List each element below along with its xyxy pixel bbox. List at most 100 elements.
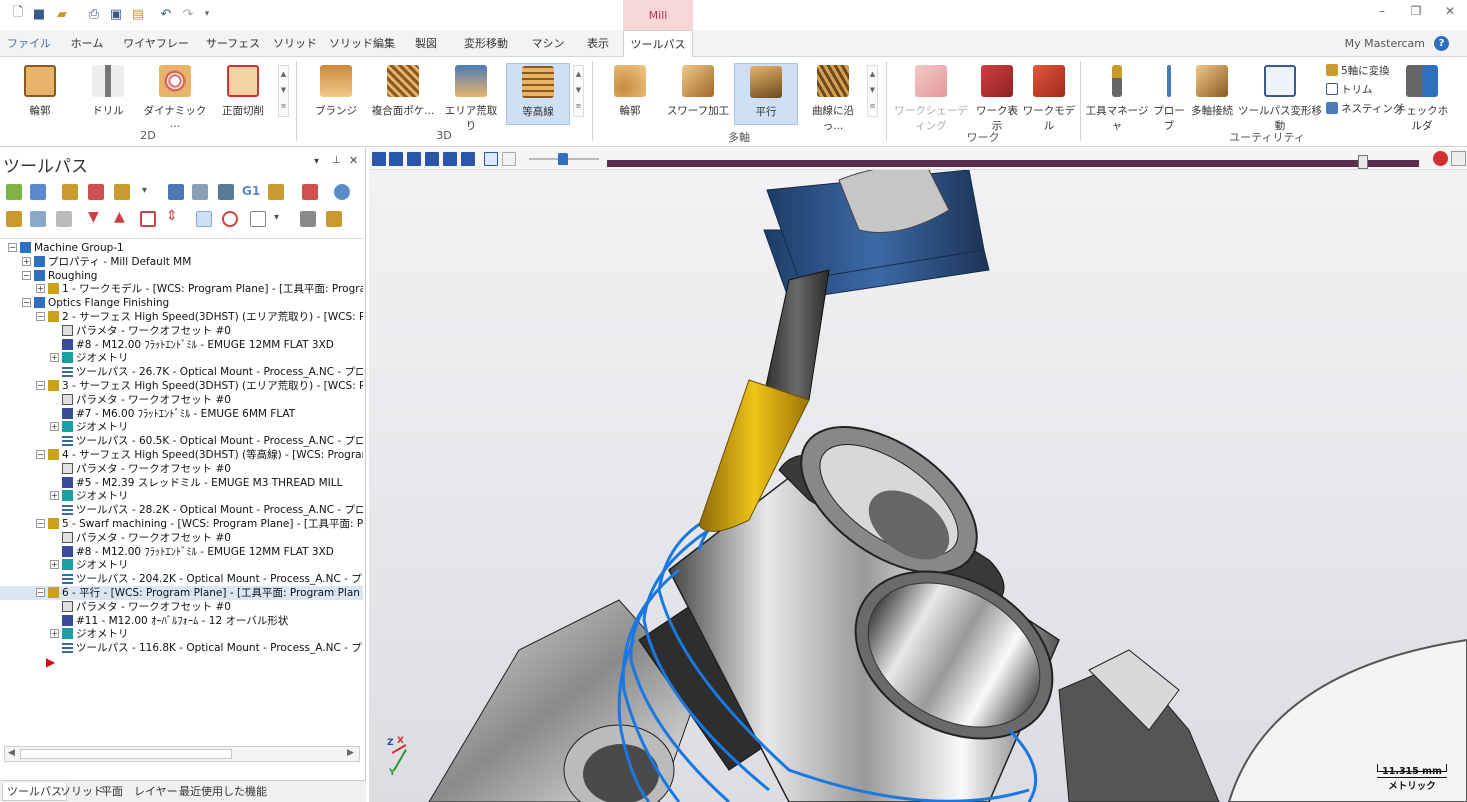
highfeed-icon[interactable] [302,184,318,200]
help-icon[interactable]: ? [1434,36,1449,51]
show-only-selected-icon[interactable] [222,211,238,227]
parallel-button[interactable]: 平行 [734,63,798,125]
area-roughing-button[interactable]: エリア荒取り [440,63,502,132]
expand-toggle-icon[interactable]: + [50,353,59,363]
lock-icon[interactable] [6,211,22,227]
tree-row[interactable]: ツールパス - 204.2K - Optical Mount - Process… [0,572,363,586]
expand-toggle-icon[interactable]: − [22,298,31,308]
tree-row[interactable]: パラメタ - ワークオフセット #0 [0,393,363,407]
stop-icon[interactable] [389,152,403,166]
tab-toolpaths[interactable]: ツールパス [623,30,693,58]
tree-row[interactable]: パラメタ - ワークオフセット #0 [0,462,363,476]
toolpath-transform-button[interactable]: ツールパス変形移動 [1236,63,1324,132]
speed-slider-thumb[interactable] [558,153,568,165]
my-mastercam-link[interactable]: My Mastercam [1345,37,1425,50]
save-as-icon[interactable]: ▣ [108,6,124,22]
tab-file[interactable]: ファイル [6,30,52,57]
print-icon[interactable]: ⎙ [86,6,102,22]
along-curve-button[interactable]: 曲線に沿っ... [802,63,864,132]
tab-machine[interactable]: マシン [526,30,570,57]
insert-updown-icon[interactable]: ⇕ [166,208,178,224]
panel-close-icon[interactable]: ✕ [349,154,358,167]
new-file-icon[interactable]: 🗋 [10,5,26,22]
expand-toggle-icon[interactable]: + [36,284,45,294]
expand-toggle-icon[interactable]: − [36,312,45,321]
tab-toolpaths-panel[interactable]: ツールパス [2,783,67,801]
tab-home[interactable]: ホーム [64,30,110,57]
gallery-2d-scroll[interactable]: ▲ ▼ ≡ [278,65,289,117]
tool-display-icon[interactable] [502,152,516,166]
check-holder-button[interactable]: チェックホルダ [1394,63,1450,132]
tree-row[interactable]: + ジオメトリ [0,627,363,641]
expand-toggle-icon[interactable]: − [36,519,45,528]
waterline-button[interactable]: 等高線 [506,63,570,125]
insert-after-icon[interactable] [140,211,156,227]
undo-icon[interactable]: ↶ [158,6,174,22]
swarf-button[interactable]: スワーフ加工 [666,63,730,125]
contour-2d-button[interactable]: 輪郭 [14,63,66,125]
tree-row[interactable]: − Optics Flange Finishing [0,296,363,310]
operation-row[interactable]: − 3 - サーフェス High Speed(3DHST) (エリア荒取り) - … [0,379,363,393]
help-panel-icon[interactable] [334,184,350,200]
expand-toggle-icon[interactable]: + [50,560,59,570]
panel-menu-icon[interactable]: ▾ [314,156,319,167]
move-down-icon[interactable]: ▼ [88,209,99,225]
progress-thumb[interactable] [1358,155,1368,169]
close-icon[interactable]: ✕ [1440,4,1460,22]
tab-view[interactable]: 表示 [578,30,618,57]
play-icon[interactable] [372,152,386,166]
expand-toggle-icon[interactable]: + [50,491,59,501]
tab-surfaces[interactable]: サーフェス [204,30,262,57]
properties-icon[interactable]: ▤ [130,6,146,22]
probe-button[interactable]: プローブ [1150,63,1188,132]
tree-row[interactable]: − Roughing [0,269,363,283]
post-selected-icon[interactable] [218,184,234,200]
operation-row[interactable]: − 6 - 平行 - [WCS: Program Plane] - [工具平面: … [0,586,363,600]
tool-icon[interactable] [268,184,284,200]
pin-icon[interactable]: ⊥ [332,155,341,166]
dropdown2-icon[interactable]: ▾ [274,212,279,223]
stock-display-button[interactable]: ワーク表示 [972,63,1022,132]
face-button[interactable]: 正面切削 [216,63,270,125]
go-to-start-icon[interactable] [407,152,421,166]
multiaxis-linking-button[interactable]: 多軸接続 [1188,63,1236,125]
tab-wireframe[interactable]: ワイヤフレーム [120,30,192,77]
operation-row[interactable]: − 4 - サーフェス High Speed(3DHST) (等高線) - [WC… [0,448,363,462]
stop-conditions-icon[interactable] [1433,151,1448,166]
tree-row[interactable]: #11 - M12.00 ｵｰﾊﾞﾙﾌｫｰﾑ - 12 オーバル形状 [0,614,363,628]
tree-row[interactable]: パラメタ - ワークオフセット #0 [0,600,363,614]
move-up-icon[interactable]: ▲ [114,209,125,225]
expand-toggle-icon[interactable]: − [36,381,45,390]
multiaxis-contour-button[interactable]: 輪郭 [602,63,658,125]
trim-button[interactable]: トリム [1326,82,1373,98]
reports-icon[interactable] [300,211,316,227]
scroll-thumb[interactable] [20,749,232,759]
tab-solids-panel[interactable]: ソリッド [60,783,104,801]
toolpath-display-icon[interactable] [484,152,498,166]
tree-row[interactable]: ツールパス - 60.5K - Optical Mount - Process_… [0,434,363,448]
tree-row[interactable]: + ジオメトリ [0,420,363,434]
tree-row[interactable]: − Machine Group-1 [0,241,363,255]
tree-row[interactable]: #8 - M12.00 ﾌﾗｯﾄｴﾝﾄﾞﾐﾙ - EMUGE 12MM FLAT… [0,338,363,352]
tree-row[interactable]: + プロパティ - Mill Default MM [0,255,363,269]
tree-row[interactable]: + ジオメトリ [0,489,363,503]
expand-toggle-icon[interactable]: + [50,422,59,432]
step-back-icon[interactable] [425,152,439,166]
plunge-button[interactable]: ブランジ [308,63,364,125]
verify-icon[interactable] [168,184,184,200]
tab-drafting[interactable]: 製図 [406,30,446,57]
tab-recent-functions[interactable]: 最近使用した機能 [179,783,267,801]
tree-row[interactable]: ツールパス - 28.2K - Optical Mount - Process_… [0,503,363,517]
operation-row[interactable]: − 2 - サーフェス High Speed(3DHST) (エリア荒取り) - … [0,310,363,324]
tree-row[interactable]: + ジオメトリ [0,558,363,572]
graphics-viewport[interactable]: Z X Y 11.315 mm メトリック [369,170,1467,802]
regenerate-dirty-icon[interactable] [88,184,104,200]
save-icon[interactable]: ■ [31,6,47,22]
simulate-icon[interactable] [192,184,208,200]
gallery-3d-scroll[interactable]: ▲ ▼ ≡ [573,65,584,117]
tab-planes-panel[interactable]: 平面 [101,783,123,801]
operation-row[interactable]: +1 - ワークモデル - [WCS: Program Plane] - [工具… [0,282,363,296]
tree-row[interactable]: #8 - M12.00 ﾌﾗｯﾄｴﾝﾄﾞﾐﾙ - EMUGE 12MM FLAT… [0,545,363,559]
tab-transform[interactable]: 変形移動 [456,30,516,57]
tree-row[interactable]: #5 - M2.39 スレッドミル - EMUGE M3 THREAD MILL [0,476,363,490]
